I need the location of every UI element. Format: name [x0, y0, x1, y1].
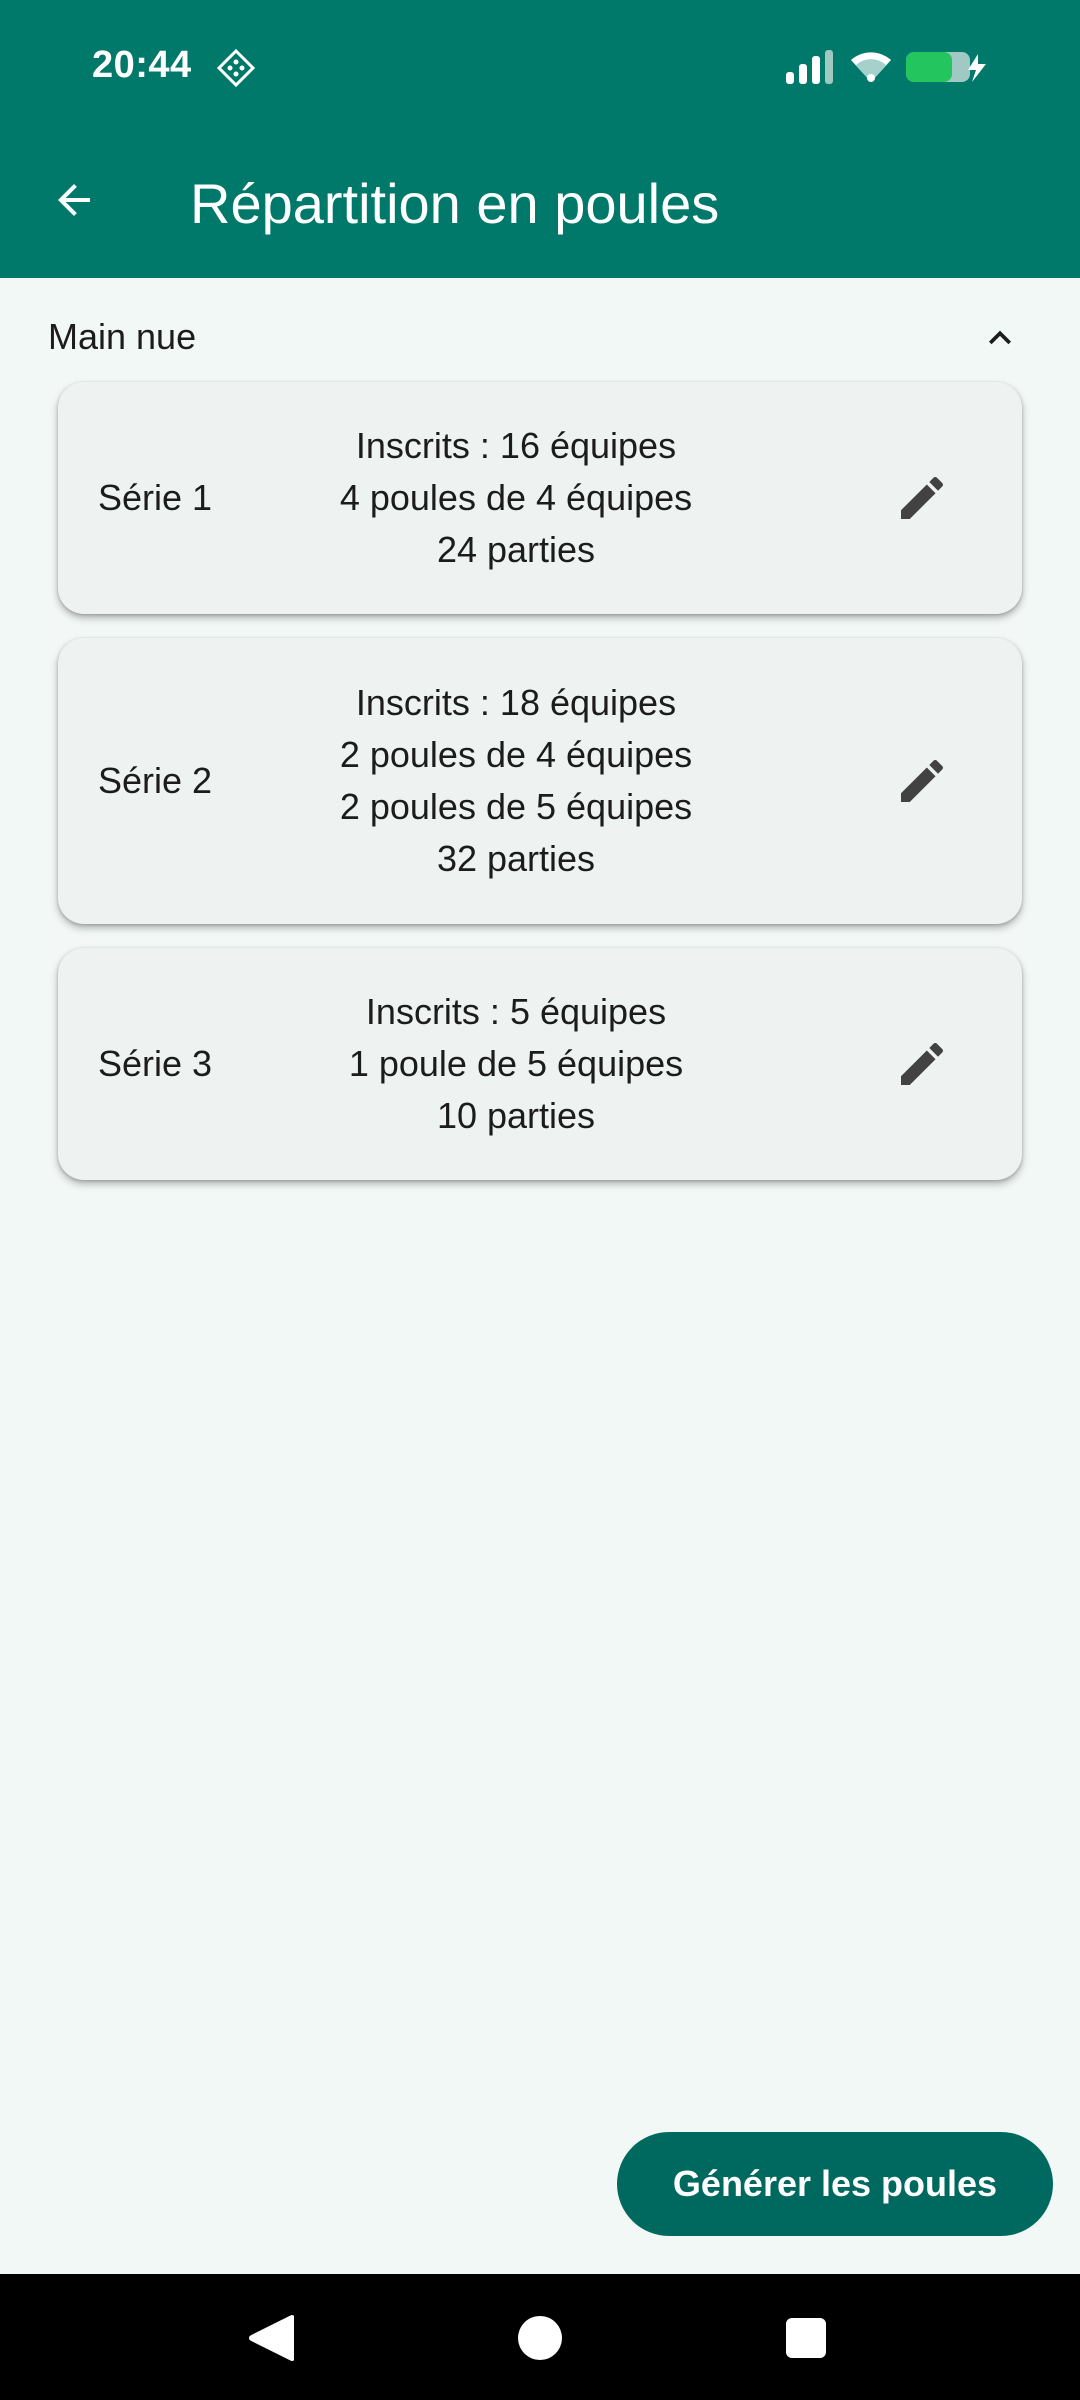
- wifi-icon: [851, 52, 891, 82]
- back-button[interactable]: [44, 170, 104, 230]
- edit-pencil-icon: [901, 476, 944, 519]
- edit-serie-3-button[interactable]: [892, 1034, 952, 1094]
- edit-serie-1-button[interactable]: [892, 468, 952, 528]
- edit-pencil-icon: [901, 1042, 944, 1085]
- serie-details: Inscrits : 16 équipes 4 poules de 4 équi…: [58, 420, 1022, 576]
- series-list: Série 1 Inscrits : 16 équipes 4 poules d…: [48, 378, 1034, 1190]
- back-arrow-icon: [58, 184, 90, 216]
- chevron-up-icon[interactable]: [978, 316, 1022, 360]
- serie-parties: 32 parties: [436, 838, 596, 879]
- serie-card-3[interactable]: Série 3 Inscrits : 5 équipes 1 poule de …: [58, 948, 1022, 1180]
- nav-recents-icon[interactable]: [786, 2318, 826, 2358]
- serie-poules: 4 poules de 4 équipes: [339, 477, 693, 518]
- serie-poules: 2 poules de 4 équipes: [339, 734, 693, 775]
- section-label: Main nue: [48, 316, 197, 357]
- battery-icon: [906, 52, 986, 82]
- serie-card-2[interactable]: Série 2 Inscrits : 18 équipes 2 poules d…: [58, 638, 1022, 924]
- serie-inscrits: Inscrits : 18 équipes: [355, 682, 677, 723]
- generate-pools-button[interactable]: Générer les poules: [617, 2132, 1053, 2236]
- status-time: 20:44: [92, 44, 192, 86]
- serie-inscrits: Inscrits : 5 équipes: [365, 991, 667, 1032]
- signal-icon: [786, 50, 833, 84]
- serie-parties: 10 parties: [436, 1095, 596, 1136]
- serie-details: Inscrits : 5 équipes 1 poule de 5 équipe…: [58, 986, 1022, 1142]
- serie-poules: 1 poule de 5 équipes: [348, 1043, 684, 1084]
- page-title: Répartition en poules: [190, 172, 720, 235]
- notification-diamond-icon: [216, 48, 256, 88]
- serie-poules: 2 poules de 5 équipes: [339, 786, 693, 827]
- system-nav-bar: [0, 2274, 1080, 2400]
- edit-serie-2-button[interactable]: [892, 751, 952, 811]
- serie-inscrits: Inscrits : 16 équipes: [355, 425, 677, 466]
- edit-pencil-icon: [901, 759, 944, 802]
- serie-parties: 24 parties: [436, 529, 596, 570]
- nav-back-icon[interactable]: [248, 2314, 294, 2362]
- nav-home-icon[interactable]: [518, 2316, 562, 2360]
- serie-details: Inscrits : 18 équipes 2 poules de 4 équi…: [58, 677, 1022, 885]
- app-bar: 20:44 Répartition en poules: [0, 0, 1080, 278]
- serie-card-1[interactable]: Série 1 Inscrits : 16 équipes 4 poules d…: [58, 382, 1022, 614]
